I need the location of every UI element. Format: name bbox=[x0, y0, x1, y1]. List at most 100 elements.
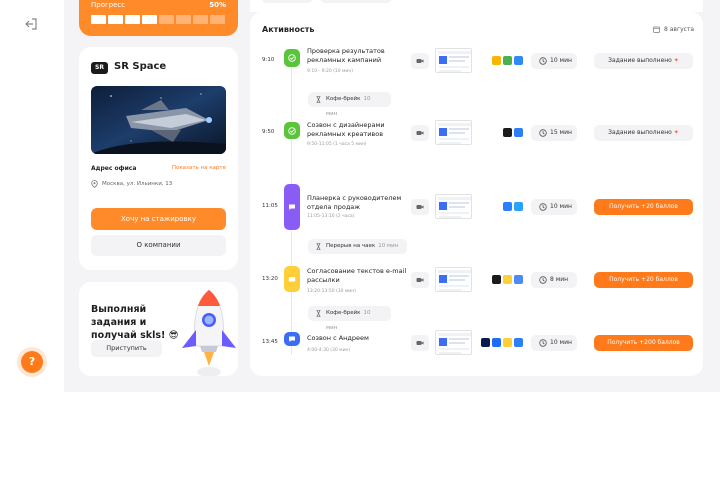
chat-icon bbox=[289, 204, 295, 210]
screenshot-thumbnail[interactable] bbox=[435, 330, 472, 355]
internship-button[interactable]: Хочу на стажировку bbox=[91, 208, 226, 230]
app-icons bbox=[492, 56, 523, 66]
duration-chip: 8 мин bbox=[531, 272, 577, 288]
activity-time: 9:50 bbox=[262, 129, 275, 135]
rocket-illustration bbox=[182, 289, 236, 376]
party-icon: ✦ bbox=[673, 57, 679, 64]
activity-title-text: Проверка результатов рекламных кампаний bbox=[307, 47, 385, 64]
hourglass-icon bbox=[316, 243, 321, 250]
clock-icon bbox=[539, 339, 547, 347]
help-button[interactable]: ? bbox=[21, 351, 43, 373]
clock-icon bbox=[539, 276, 547, 284]
clock-icon bbox=[539, 203, 547, 211]
media-button[interactable] bbox=[411, 125, 429, 141]
timeline-node bbox=[284, 122, 300, 139]
task-done-button[interactable]: Задание выполнено ✦ bbox=[594, 125, 693, 141]
progress-bar bbox=[91, 15, 225, 24]
app-icon bbox=[492, 56, 501, 65]
app-icon bbox=[514, 275, 523, 284]
app-icon bbox=[503, 202, 512, 211]
progress-percent: 50% bbox=[209, 1, 226, 9]
screen-icon bbox=[416, 131, 424, 135]
activity-title-text: Согласование текстов e-mail рассылки bbox=[307, 267, 407, 284]
app-icon bbox=[503, 56, 512, 65]
media-button[interactable] bbox=[411, 272, 429, 288]
break-label: Кофе-брейк bbox=[326, 96, 361, 102]
duration-chip: 10 мин bbox=[531, 53, 577, 69]
break-chip: Перерыв на чаек 10 мин bbox=[308, 239, 407, 254]
duration-text: 8 мин bbox=[550, 276, 569, 283]
activity-title-text: Созвон с дизайнерами рекламных креативов bbox=[307, 121, 385, 138]
app-icons bbox=[503, 202, 523, 212]
app-icon bbox=[503, 128, 512, 137]
activity-time: 13:45 bbox=[262, 339, 278, 345]
progress-segment bbox=[108, 15, 123, 24]
media-button[interactable] bbox=[411, 335, 429, 351]
screenshot-thumbnail[interactable] bbox=[435, 194, 472, 219]
duration-text: 10 мин bbox=[550, 57, 572, 64]
screenshot-thumbnail[interactable] bbox=[435, 267, 472, 292]
break-chip: Кофе-брейк 10 мин bbox=[308, 306, 391, 331]
task-done-button[interactable]: Задание выполнено ✦ bbox=[594, 53, 693, 69]
video-icon bbox=[416, 205, 424, 209]
video-icon bbox=[416, 59, 424, 63]
calendar-icon bbox=[653, 26, 660, 33]
app-icon bbox=[503, 338, 512, 347]
break-duration: 10 мин bbox=[378, 243, 399, 249]
activity-time-range: 13:20-13:50 (30 мин) bbox=[307, 289, 356, 294]
about-company-button[interactable]: О компании bbox=[91, 235, 226, 256]
app-icons bbox=[481, 338, 523, 348]
app-icon bbox=[481, 338, 490, 347]
media-button[interactable] bbox=[411, 199, 429, 215]
get-points-button[interactable]: Получить +20 баллов bbox=[594, 272, 693, 288]
app-icon bbox=[514, 338, 523, 347]
break-label: Кофе-брейк bbox=[326, 310, 361, 316]
progress-segment bbox=[159, 15, 174, 24]
location-pin-icon bbox=[91, 180, 98, 188]
duration-text: 10 мин bbox=[550, 339, 572, 346]
activity-time: 9:10 bbox=[262, 57, 275, 63]
promo-card: Выполняй задания и получай skls! 😎 Прист… bbox=[79, 282, 238, 376]
break-label: Перерыв на чаек bbox=[326, 243, 376, 249]
get-points-button[interactable]: Получить +200 баллов bbox=[594, 335, 693, 351]
break-chip: Кофе-брейк 10 мин bbox=[308, 92, 391, 117]
app-icon bbox=[492, 338, 501, 347]
address-title: Адрес офиса bbox=[91, 165, 137, 172]
progress-segment bbox=[91, 15, 106, 24]
activity-time-range: 9:50-11:05 (1 часа 5 мин) bbox=[307, 142, 367, 147]
progress-segment bbox=[193, 15, 208, 24]
video-icon bbox=[416, 341, 424, 345]
start-button[interactable]: Приступить bbox=[91, 340, 162, 357]
progress-segment bbox=[125, 15, 140, 24]
progress-segment bbox=[176, 15, 191, 24]
logout-icon[interactable] bbox=[24, 17, 38, 31]
app-icon bbox=[514, 128, 523, 137]
activity-time-range: 11:05-13:10 (2 часа) bbox=[307, 214, 355, 219]
mail-icon bbox=[288, 277, 296, 282]
clock-icon bbox=[539, 57, 547, 65]
show-on-map-link[interactable]: Показать на карте bbox=[172, 165, 226, 171]
media-button[interactable] bbox=[411, 53, 429, 69]
screenshot-thumbnail[interactable] bbox=[435, 120, 472, 145]
duration-chip: 10 мин bbox=[531, 335, 577, 351]
screenshot-thumbnail[interactable] bbox=[435, 48, 472, 73]
app-icon bbox=[514, 202, 523, 211]
app-icon bbox=[514, 56, 523, 65]
left-rail bbox=[0, 0, 64, 392]
activity-time-range: 4:00-4:30 (30 мин) bbox=[307, 348, 351, 353]
duration-chip: 15 мин bbox=[531, 125, 577, 141]
activity-time: 11:05 bbox=[262, 203, 278, 209]
duration-text: 15 мин bbox=[550, 129, 572, 136]
get-points-button[interactable]: Получить +20 баллов bbox=[594, 199, 693, 215]
timeline-node bbox=[284, 184, 300, 230]
activity-date: 8 августа bbox=[664, 26, 695, 33]
company-card: SR SR Space Адрес офиса Показать на карт… bbox=[79, 47, 238, 270]
activity-title-text: Планерка с руководителем отдела продаж bbox=[307, 194, 402, 211]
activity-title: Активность bbox=[262, 25, 315, 34]
timeline-node bbox=[284, 332, 300, 346]
progress-card: Прогресс 50% bbox=[79, 0, 238, 36]
top-chip bbox=[321, 0, 391, 3]
progress-label: Прогресс bbox=[91, 1, 126, 9]
company-name: SR Space bbox=[114, 61, 167, 72]
timeline-node bbox=[284, 266, 300, 292]
